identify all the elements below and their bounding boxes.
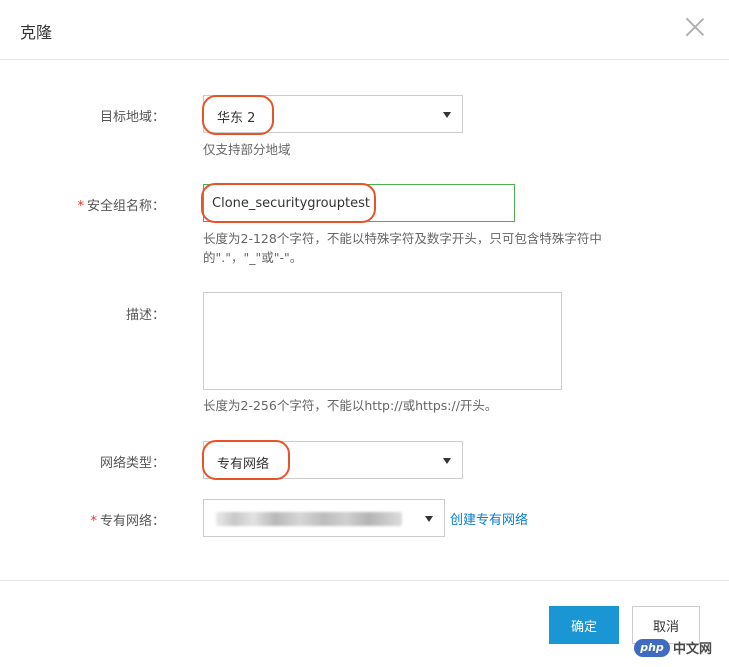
region-select[interactable]: 华东 2 (203, 95, 463, 133)
network-type-label: 网络类型： (99, 456, 165, 471)
vpc-select[interactable] (203, 499, 445, 537)
group-name-label: * 安全组名称： (40, 195, 165, 214)
region-label: 目标地域： (99, 110, 165, 125)
description-textarea[interactable] (204, 293, 561, 389)
region-hint: 仅支持部分地域 (203, 142, 291, 157)
clone-dialog: 克隆 目标地域： 华东 2 仅支持部分地域 *安全组名称： 长度为2-128个字… (0, 0, 729, 667)
description-field[interactable] (203, 292, 562, 390)
confirm-button[interactable]: 确定 (549, 606, 619, 644)
caret-down-icon (425, 516, 433, 522)
site-watermark: php 中文网 (634, 638, 726, 662)
vpc-label-text: 专有网络： (99, 514, 165, 529)
group-name-hint-line2: 的"."，"_"或"-"。 (203, 250, 303, 265)
caret-down-icon (443, 112, 451, 118)
create-vpc-link[interactable]: 创建专有网络 (450, 509, 528, 528)
description-hint: 长度为2-256个字符，不能以http://或https://开头。 (203, 398, 498, 413)
watermark-badge: php (634, 638, 670, 657)
caret-down-icon (443, 458, 451, 464)
description-label: 描述： (125, 308, 165, 323)
dialog-footer: 确定 取消 (0, 580, 729, 667)
network-type-select-value: 专有网络 (217, 457, 270, 472)
vpc-label: * 专有网络： (40, 510, 165, 529)
group-name-input[interactable] (204, 185, 514, 221)
dialog-header: 克隆 (0, 0, 729, 60)
dialog-title: 克隆 (20, 23, 53, 42)
watermark-text: 中文网 (673, 642, 713, 657)
required-mark: * (90, 514, 97, 529)
network-type-select[interactable]: 专有网络 (203, 441, 463, 479)
close-icon[interactable] (680, 13, 710, 43)
group-name-label-text: 安全组名称： (86, 199, 165, 214)
required-mark: * (77, 199, 84, 214)
group-name-hint-line1: 长度为2-128个字符，不能以特殊字符及数字开头，只可包含特殊字符中 (203, 231, 602, 246)
region-select-value: 华东 2 (217, 111, 256, 126)
vpc-value-redacted (216, 512, 402, 526)
group-name-field[interactable] (203, 184, 515, 222)
